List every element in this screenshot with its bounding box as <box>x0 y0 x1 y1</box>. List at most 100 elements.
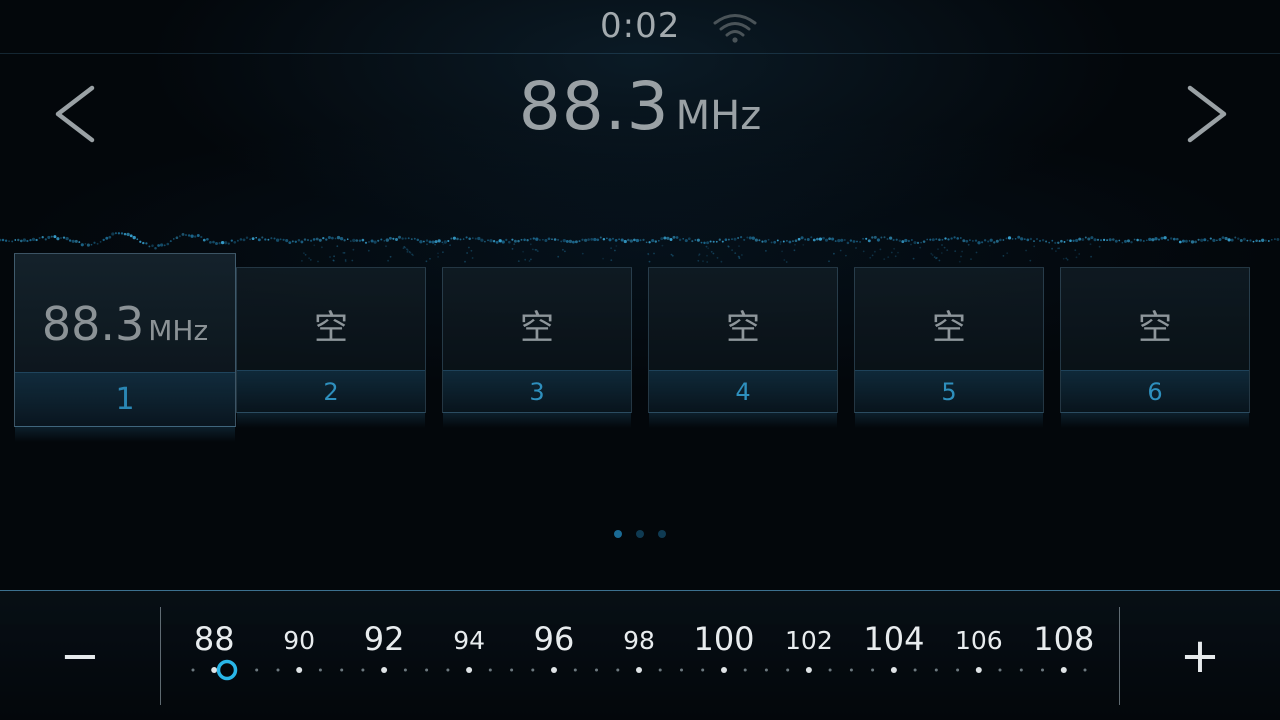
wave-particle <box>962 239 966 243</box>
wave-particle <box>967 243 970 246</box>
wave-particle <box>273 237 276 240</box>
wave-particle <box>897 251 899 254</box>
wave-particle <box>317 260 319 263</box>
wave-particle <box>322 236 325 240</box>
wave-particle <box>599 236 602 239</box>
wave-particle <box>190 234 194 238</box>
wave-particle <box>1121 241 1124 244</box>
wave-particle <box>810 236 813 239</box>
wave-particle <box>904 238 908 243</box>
wave-particle <box>910 243 912 246</box>
wave-particle <box>818 237 823 241</box>
wave-particle <box>888 236 893 240</box>
wave-particle <box>574 240 578 244</box>
wave-particle <box>361 238 365 242</box>
wave-particle <box>62 236 66 239</box>
wave-particle <box>709 240 712 243</box>
wave-particle <box>1157 238 1161 241</box>
clock: 0:02 <box>600 6 681 46</box>
tune-up-button[interactable]: + <box>1160 621 1240 691</box>
wave-particle <box>697 259 700 262</box>
wave-particle <box>720 260 723 263</box>
preset-5[interactable]: 空 5 <box>854 267 1044 428</box>
wave-particle <box>751 236 755 240</box>
wave-particle <box>1145 239 1148 242</box>
wave-particle <box>410 238 413 240</box>
wave-particle <box>691 240 694 243</box>
wave-particle <box>739 235 743 239</box>
scale-tick <box>466 667 473 673</box>
wave-particle <box>1151 238 1155 242</box>
wave-particle <box>797 237 801 241</box>
wave-particle <box>1051 247 1053 250</box>
wave-particle <box>4 239 8 242</box>
wave-particle <box>385 238 389 242</box>
wave-particle <box>202 238 206 242</box>
wave-particle <box>712 252 715 255</box>
wave-particle <box>1242 237 1246 241</box>
wave-particle <box>581 252 584 255</box>
wave-particle <box>1029 237 1033 241</box>
wave-particle <box>364 241 368 244</box>
wave-particle <box>22 238 27 242</box>
wave-particle <box>212 240 215 244</box>
scale-tick <box>764 668 768 672</box>
wave-particle <box>666 236 670 240</box>
wave-particle <box>1045 240 1048 243</box>
wave-particle <box>26 239 29 243</box>
page-dot-1[interactable] <box>614 530 622 538</box>
wave-particle <box>93 241 96 244</box>
wave-particle <box>700 241 703 244</box>
scale-label: 88 <box>194 620 235 658</box>
wave-particle <box>1093 238 1097 242</box>
wave-particle <box>583 238 588 242</box>
preset-4[interactable]: 空 4 <box>648 267 838 428</box>
wave-particle <box>489 239 493 243</box>
chevron-left-icon[interactable] <box>46 82 106 146</box>
wave-particle <box>1090 236 1094 240</box>
wave-particle <box>1011 238 1014 240</box>
wave-particle <box>401 237 404 240</box>
wave-particle <box>911 239 913 241</box>
preset-1[interactable]: 88.3 MHz 1 <box>14 253 236 442</box>
wave-particle <box>1127 239 1130 243</box>
wave-particle <box>145 242 148 245</box>
wave-particle <box>1160 236 1164 240</box>
wave-particle <box>824 238 829 242</box>
preset-2[interactable]: 空 2 <box>236 267 426 428</box>
wave-particle <box>931 238 935 242</box>
wave-particle <box>960 255 962 258</box>
page-dot-3[interactable] <box>658 530 666 538</box>
wave-particle <box>922 240 926 243</box>
wave-particle <box>282 238 285 241</box>
wave-particle <box>568 239 573 244</box>
tuner-marker[interactable] <box>216 659 238 681</box>
wave-particle <box>114 232 117 235</box>
wave-particle <box>343 239 346 242</box>
wave-particle <box>520 238 523 241</box>
wave-particle <box>31 237 36 241</box>
wave-particle <box>380 238 383 241</box>
tune-down-button[interactable]: − <box>40 621 120 691</box>
frequency-scale[interactable]: 88 90 92 94 96 98 100 102 104 106 108 <box>160 591 1120 720</box>
wave-particle <box>654 240 657 243</box>
wave-particle <box>220 240 225 245</box>
wave-particle <box>245 236 249 239</box>
wave-particle <box>639 239 642 242</box>
wave-particle <box>331 236 334 240</box>
wave-particle <box>78 241 81 244</box>
page-dot-2[interactable] <box>636 530 644 538</box>
wave-particle <box>450 237 453 240</box>
wave-particle <box>459 238 462 241</box>
preset-6[interactable]: 空 6 <box>1060 267 1250 428</box>
wave-particle <box>437 256 439 258</box>
chevron-right-icon[interactable] <box>1176 82 1236 146</box>
wave-particle <box>169 240 172 243</box>
wave-particle <box>865 237 868 240</box>
wave-particle <box>706 254 708 257</box>
wave-particle <box>513 243 516 245</box>
wave-particle <box>620 238 624 242</box>
preset-3[interactable]: 空 3 <box>442 267 632 428</box>
wave-particle <box>1209 237 1212 240</box>
scale-label: 98 <box>623 626 655 655</box>
